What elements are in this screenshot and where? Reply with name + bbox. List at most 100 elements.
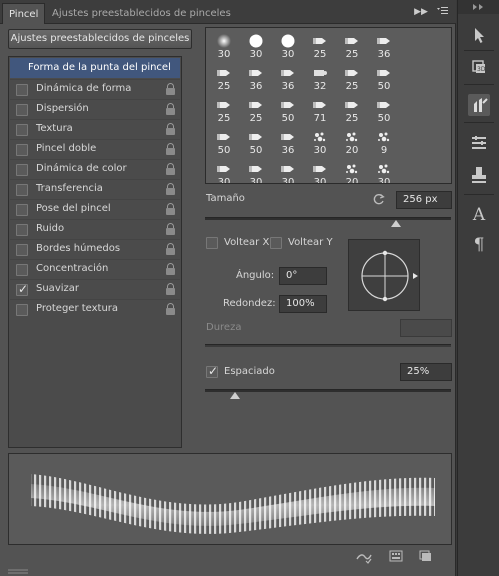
brush-option-row[interactable]: Transferencia (10, 179, 180, 199)
brush-tip-tile[interactable]: 32 (304, 62, 336, 94)
spacing-checkbox[interactable]: ✓ (206, 364, 218, 378)
brush-tip-tile[interactable]: 30 (272, 30, 304, 62)
brush-option-row[interactable]: Dinámica de forma (10, 79, 180, 99)
brush-tip-tile[interactable]: 36 (368, 30, 400, 62)
brush-option-row[interactable]: Proteger textura (10, 299, 180, 319)
brush-option-row[interactable]: Pose del pincel (10, 199, 180, 219)
lock-icon[interactable] (166, 103, 175, 115)
lock-icon[interactable] (166, 283, 175, 295)
spacing-slider[interactable] (205, 389, 451, 392)
brush-tip-tile[interactable]: 30 (208, 30, 240, 62)
brush-tip-tile[interactable]: 30 (304, 158, 336, 183)
brush-tip-tile[interactable]: 20 (336, 158, 368, 184)
brush-tip-tile[interactable]: 50 (208, 126, 240, 158)
brush-tip-tile[interactable]: 25 (304, 30, 336, 62)
tab-brush-presets[interactable]: Ajustes preestablecidos de pinceles (46, 3, 237, 24)
option-checkbox[interactable] (16, 304, 28, 316)
lock-icon[interactable] (166, 143, 175, 155)
brush-tip-size: 20 (345, 177, 359, 184)
brush-tip-tile[interactable]: 36 (272, 62, 304, 94)
lock-icon[interactable] (166, 123, 175, 135)
brush-tip-size: 30 (377, 177, 391, 184)
option-checkbox[interactable] (16, 204, 28, 216)
stamp-icon[interactable] (468, 164, 490, 186)
roundness-field[interactable]: 100% (279, 295, 327, 313)
brush-tip-tile[interactable]: 25 (336, 94, 368, 126)
option-checkbox[interactable]: ✓ (16, 282, 28, 296)
brush-option-row[interactable]: Concentración (10, 259, 180, 279)
lock-icon[interactable] (166, 203, 175, 215)
lock-icon[interactable] (166, 263, 175, 275)
panel-menu-icon[interactable] (434, 5, 450, 19)
reset-icon[interactable] (372, 192, 386, 206)
flip-x-checkbox[interactable] (206, 237, 218, 249)
brush-tip-tile[interactable]: 30 (240, 158, 272, 183)
brush-tip-tile[interactable]: 30 (208, 158, 240, 183)
brush-tip-tile[interactable]: 50 (240, 126, 272, 158)
option-checkbox[interactable] (16, 124, 28, 136)
size-slider-knob[interactable] (391, 220, 401, 227)
option-checkbox[interactable] (16, 244, 28, 256)
brush-presets-button[interactable]: Ajustes preestablecidos de pinceles (8, 29, 192, 49)
lock-icon[interactable] (166, 183, 175, 195)
brush-option-row[interactable]: ✓ Suavizar (10, 279, 180, 299)
lock-icon[interactable] (166, 83, 175, 95)
option-checkbox[interactable] (16, 84, 28, 96)
arrow-icon[interactable] (468, 24, 490, 46)
paragraph-icon[interactable]: ¶ (468, 234, 490, 256)
lock-icon[interactable] (166, 303, 175, 315)
option-checkbox[interactable] (16, 224, 28, 236)
lock-icon[interactable] (166, 163, 175, 175)
brush-tip-tile[interactable]: 20 (336, 126, 368, 158)
brush-option-row[interactable]: Pincel doble (10, 139, 180, 159)
option-checkbox[interactable] (16, 104, 28, 116)
option-checkbox[interactable] (16, 164, 28, 176)
option-checkbox[interactable] (16, 264, 28, 276)
brush-tip-shape-item[interactable]: Forma de la punta del pincel (10, 58, 180, 78)
dock-divider (464, 84, 494, 85)
properties-icon[interactable] (468, 132, 490, 154)
spacing-slider-knob[interactable] (230, 392, 240, 399)
brush-option-row[interactable]: Ruido (10, 219, 180, 239)
brush-tip-tile[interactable]: 25 (240, 94, 272, 126)
tab-brush[interactable]: Pincel (2, 3, 46, 24)
lock-icon[interactable] (166, 223, 175, 235)
spacing-field[interactable]: 25% (400, 363, 452, 381)
brush-tip-tile[interactable]: 9 (368, 126, 400, 158)
brush-tip-tile[interactable]: 50 (368, 94, 400, 126)
grid-icon[interactable] (388, 550, 404, 564)
brush-option-row[interactable]: Dinámica de color (10, 159, 180, 179)
brush-tip-tile[interactable]: 25 (336, 30, 368, 62)
layers-3d-icon[interactable]: 3D (468, 56, 490, 78)
angle-field[interactable]: 0° (279, 267, 327, 285)
flip-y-checkbox[interactable] (270, 237, 282, 249)
brush-tip-tile[interactable]: 71 (304, 94, 336, 126)
brush-option-row[interactable]: Textura (10, 119, 180, 139)
angle-roundness-widget[interactable] (348, 239, 420, 311)
new-brush-icon[interactable] (418, 550, 434, 564)
brush-tip-tile[interactable]: 25 (208, 94, 240, 126)
brush-tip-tile[interactable]: 50 (368, 62, 400, 94)
brush-tip-tile[interactable]: 30 (240, 30, 272, 62)
double-chevron-right-icon[interactable]: ▶▶ (413, 5, 429, 19)
brush-tip-tile[interactable]: 50 (272, 94, 304, 126)
brush-tip-tile[interactable]: 36 (240, 62, 272, 94)
size-field[interactable]: 256 px (396, 191, 452, 209)
size-slider[interactable] (205, 217, 451, 220)
brush-option-row[interactable]: Bordes húmedos (10, 239, 180, 259)
brush-tip-tile[interactable]: 30 (368, 158, 400, 184)
brush-tip-size: 36 (281, 81, 295, 92)
brush-tip-tile[interactable]: 30 (272, 158, 304, 183)
brush-panel-icon[interactable] (468, 94, 490, 116)
option-checkbox[interactable] (16, 184, 28, 196)
character-icon[interactable]: A (468, 204, 490, 226)
brush-tip-tile[interactable]: 25 (208, 62, 240, 94)
lock-icon[interactable] (166, 243, 175, 255)
option-checkbox[interactable] (16, 144, 28, 156)
brush-tip-tile[interactable]: 25 (336, 62, 368, 94)
resize-grip-icon[interactable] (8, 568, 28, 576)
brush-tip-tile[interactable]: 30 (304, 126, 336, 158)
brush-option-row[interactable]: Dispersión (10, 99, 180, 119)
toggle-preview-icon[interactable] (356, 550, 372, 564)
brush-tip-tile[interactable]: 36 (272, 126, 304, 158)
